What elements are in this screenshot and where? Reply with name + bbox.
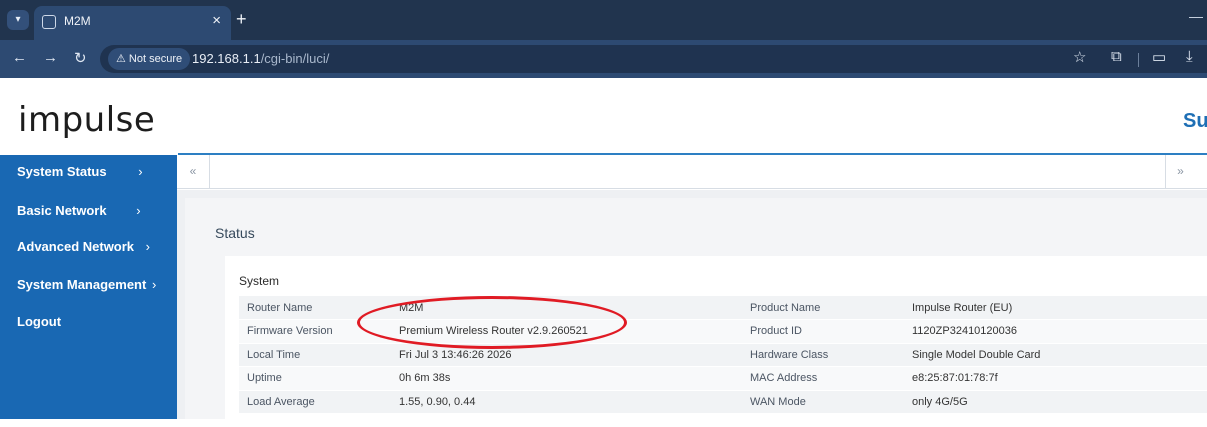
field-value: e8:25:87:01:78:7f [904,366,1207,391]
sidebar-item-label: Basic Network [17,203,107,218]
forward-icon[interactable]: → [43,49,58,66]
browser-tab[interactable]: M2M × [34,6,231,40]
impulse-logo: impulse [18,100,156,140]
field-label: Load Average [239,390,391,414]
chevron-right-icon: › [145,239,151,254]
field-label: Hardware Class [742,343,904,367]
system-panel: System Router Name M2M Product Name Impu… [225,256,1207,427]
sidebar-item-label: System Status [17,164,107,179]
sidebar: System Status › Basic Network › Advanced… [0,155,177,419]
sidebar-item-basic-network[interactable]: Basic Network › [17,203,141,218]
chevron-right-icon: › [136,203,141,218]
header-right-text: Su [1183,110,1207,132]
field-value: Single Model Double Card [904,343,1207,367]
field-label: Product Name [742,296,904,320]
table-row: Load Average 1.55, 0.90, 0.44 WAN Mode o… [239,390,1207,414]
sidebar-item-system-status[interactable]: System Status › [17,164,143,179]
toolbar-separator [1138,53,1139,67]
field-value: 1.55, 0.90, 0.44 [391,390,742,414]
tab-close-button[interactable]: × [212,12,221,29]
browser-address-bar: ← → ↻ ⚠ Not secure 192.168.1.1/cgi-bin/l… [0,40,1207,78]
chevron-right-icon: › [151,277,157,292]
table-row: Firmware Version Premium Wireless Router… [239,319,1207,344]
table-row: Uptime 0h 6m 38s MAC Address e8:25:87:01… [239,366,1207,391]
field-value: Impulse Router (EU) [904,296,1207,320]
scroll-left-icon[interactable]: « [177,155,210,188]
download-icon[interactable]: ⤓ [1186,48,1193,65]
minimize-icon[interactable]: — [1189,8,1203,24]
not-secure-badge[interactable]: ⚠ Not secure [108,48,191,70]
main-content: Status System Router Name M2M Product Na… [177,190,1207,427]
app-header: impulse Su [0,78,1207,153]
status-card: Status System Router Name M2M Product Na… [185,198,1207,427]
new-tab-button[interactable]: + [236,9,247,30]
chevron-right-icon: › [138,164,143,179]
page-tab-strip: « » [177,155,1207,189]
scroll-right-icon[interactable]: » [1165,155,1195,188]
field-value: Premium Wireless Router v2.9.260521 [391,319,742,344]
field-value: M2M [391,296,742,320]
sidebar-item-advanced-network[interactable]: Advanced Network › [17,239,150,254]
field-value: 1120ZP32410120036 [904,319,1207,344]
page-title: Status [215,225,255,241]
sidebar-item-label: System Management [17,277,147,292]
table-row: Local Time Fri Jul 3 13:46:26 2026 Hardw… [239,343,1207,367]
url-bar[interactable]: ⚠ Not secure 192.168.1.1/cgi-bin/luci/ [100,45,1207,73]
field-label: Firmware Version [239,319,391,344]
sidebar-item-system-management[interactable]: System Management › [17,277,156,292]
url-path: /cgi-bin/luci/ [260,51,330,66]
field-label: Uptime [239,366,391,391]
browser-tab-bar: ▾ M2M × + — [0,0,1207,40]
favicon-icon [42,15,56,29]
cast-icon[interactable]: ▭ [1152,48,1166,66]
back-icon[interactable]: ← [12,49,27,66]
field-label: Product ID [742,319,904,344]
field-label: Router Name [239,296,391,320]
reload-icon[interactable]: ↻ [74,49,87,67]
field-value: Fri Jul 3 13:46:26 2026 [391,343,742,367]
tab-title: M2M [64,14,91,28]
field-label: MAC Address [742,366,904,391]
field-label: WAN Mode [742,390,904,414]
url-host: 192.168.1.1 [192,51,261,66]
extensions-icon[interactable]: ⧉ [1111,48,1122,65]
tab-menu-icon[interactable]: ▾ [7,10,29,30]
field-value: 0h 6m 38s [391,366,742,391]
section-title: System [239,274,280,288]
star-icon[interactable]: ☆ [1073,48,1086,66]
sidebar-item-logout[interactable]: Logout [17,314,61,329]
sidebar-item-label: Advanced Network [17,239,135,254]
sidebar-item-label: Logout [17,314,62,329]
table-row: Router Name M2M Product Name Impulse Rou… [239,296,1207,320]
system-info-table: Router Name M2M Product Name Impulse Rou… [239,296,1207,414]
field-label: Local Time [239,343,391,367]
field-value: only 4G/5G [904,390,1207,414]
url-text[interactable]: 192.168.1.1/cgi-bin/luci/ [192,51,329,66]
